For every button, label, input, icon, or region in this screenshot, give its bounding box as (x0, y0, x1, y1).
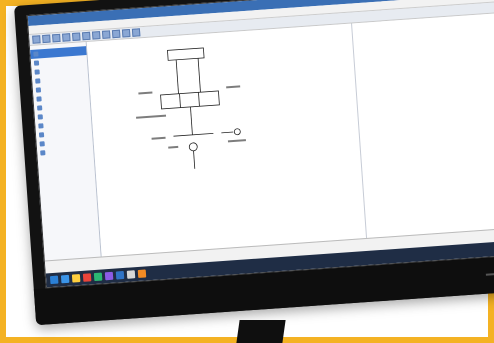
run-icon[interactable] (131, 28, 141, 37)
label-placeholder (136, 114, 167, 119)
brand-mark (485, 272, 494, 276)
label-placeholder (138, 91, 153, 95)
monitor (14, 0, 494, 326)
app-icon[interactable] (104, 271, 114, 281)
start-icon[interactable] (49, 275, 59, 285)
folder-icon[interactable] (71, 274, 81, 283)
component-icon (39, 141, 45, 147)
component-icon (37, 114, 43, 120)
component-icon (33, 51, 39, 57)
save-icon[interactable] (52, 33, 61, 43)
app-icon[interactable] (126, 270, 136, 279)
component-icon (34, 69, 40, 75)
app-icon[interactable] (137, 269, 147, 278)
diagram-canvas[interactable] (86, 11, 494, 258)
component-icon (40, 150, 46, 156)
redo-icon[interactable] (101, 30, 111, 39)
component-icon (36, 96, 42, 102)
pump-symbol (188, 142, 198, 152)
zoom-out-icon[interactable] (121, 28, 131, 38)
component-icon (38, 132, 45, 138)
app-icon[interactable] (60, 274, 70, 284)
workspace (29, 11, 494, 262)
label-placeholder (168, 145, 179, 149)
component-icon (37, 105, 43, 111)
hydraulic-schematic (136, 47, 246, 169)
paste-icon[interactable] (82, 31, 91, 41)
app-icon[interactable] (115, 270, 125, 280)
valve-symbol (160, 90, 220, 110)
undo-icon[interactable] (91, 31, 101, 40)
monitor-stand (236, 320, 286, 343)
cut-icon[interactable] (62, 33, 71, 42)
app-icon[interactable] (82, 273, 92, 282)
component-icon (35, 78, 41, 84)
label-placeholder (227, 139, 246, 143)
component-icon (38, 123, 44, 129)
open-icon[interactable] (42, 34, 51, 44)
zoom-in-icon[interactable] (111, 29, 121, 39)
screen (26, 0, 494, 289)
label-placeholder (151, 136, 166, 140)
app-icon[interactable] (93, 272, 103, 282)
cylinder-symbol (167, 47, 205, 61)
component-icon (35, 87, 42, 93)
component-icon (33, 60, 40, 66)
label-placeholder (226, 85, 241, 89)
new-icon[interactable] (32, 35, 41, 44)
copy-icon[interactable] (72, 32, 81, 41)
pane-divider[interactable] (351, 23, 368, 240)
